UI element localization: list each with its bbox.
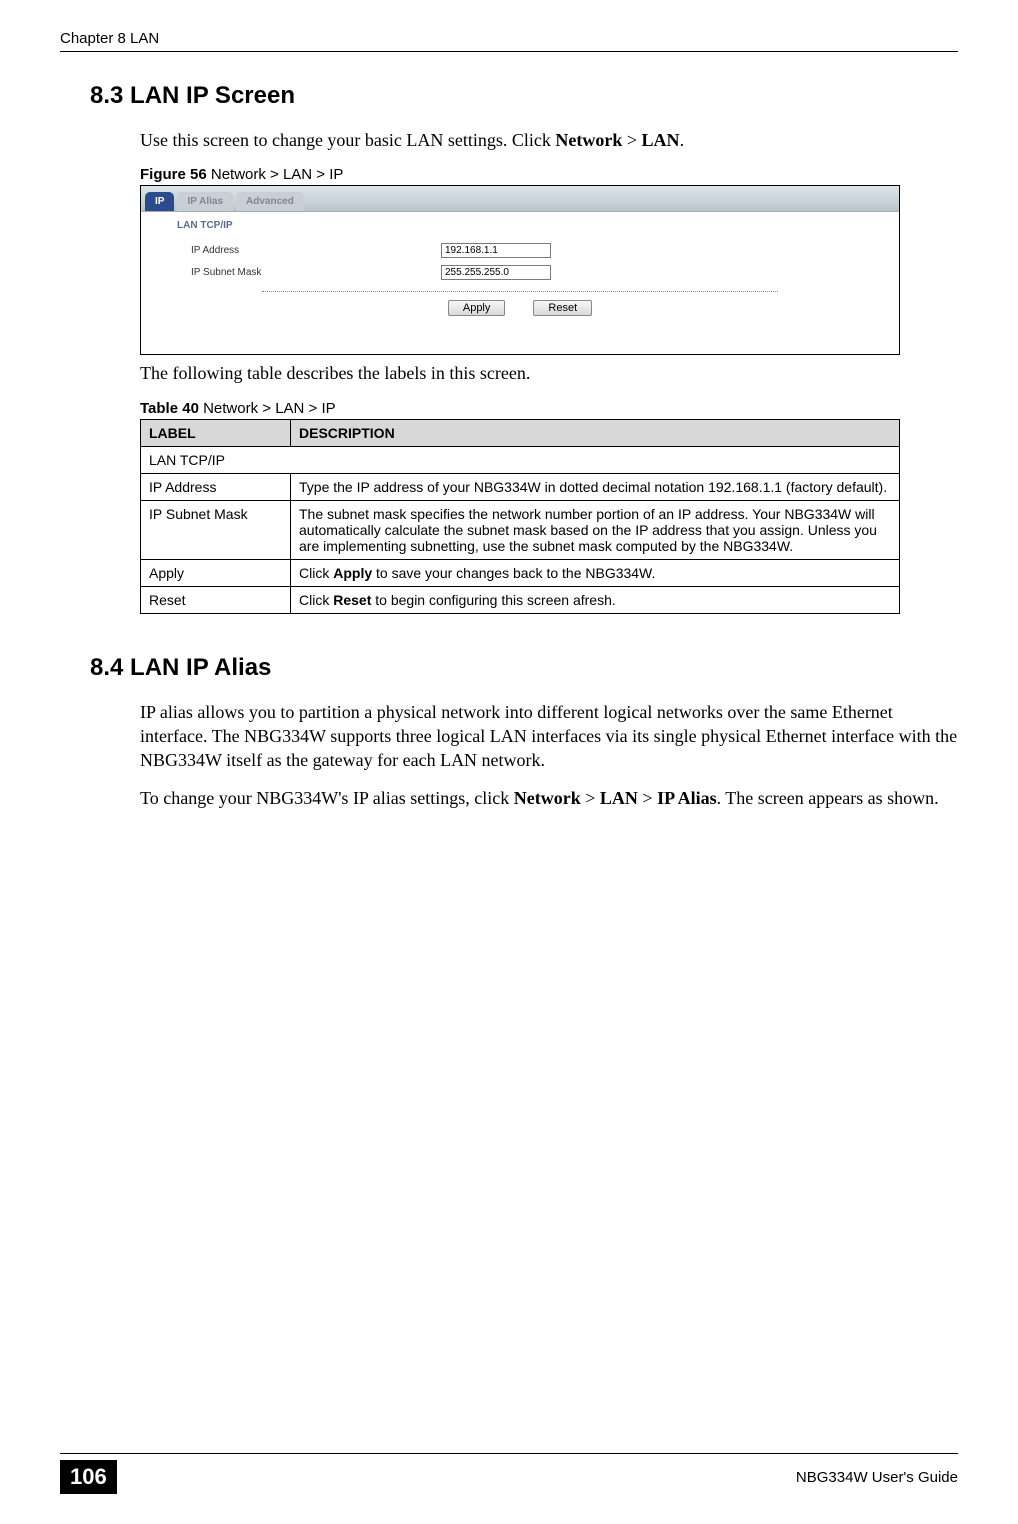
p2-lan: LAN: [600, 788, 638, 808]
button-row: Apply Reset: [151, 300, 889, 316]
section-8-4-p1: IP alias allows you to partition a physi…: [140, 700, 958, 773]
cell-apply-label: Apply: [141, 559, 291, 586]
panel-title: LAN TCP/IP: [151, 212, 889, 239]
subnet-mask-row: IP Subnet Mask: [151, 261, 889, 283]
intro-gt: >: [622, 130, 641, 150]
section-8-4-heading: 8.4 LAN IP Alias: [90, 654, 958, 682]
table-intro: The following table describes the labels…: [140, 361, 958, 385]
chapter-title: Chapter 8 LAN: [60, 30, 159, 47]
table-header-row: LABEL DESCRIPTION: [141, 419, 900, 446]
intro-network-bold: Network: [555, 130, 622, 150]
cell-apply-desc: Click Apply to save your changes back to…: [291, 559, 900, 586]
reset-button[interactable]: Reset: [533, 300, 592, 316]
intro-lan-bold: LAN: [642, 130, 680, 150]
subnet-mask-label: IP Subnet Mask: [191, 267, 441, 278]
table-row: LAN TCP/IP: [141, 446, 900, 473]
section-8-3-intro: Use this screen to change your basic LAN…: [140, 128, 958, 152]
p2-post: . The screen appears as shown.: [717, 788, 939, 808]
reset-desc-post: to begin configuring this screen afresh.: [371, 592, 615, 608]
tab-advanced[interactable]: Advanced: [236, 192, 304, 211]
p2-gt1: >: [581, 788, 600, 808]
section-8-4-p2: To change your NBG334W's IP alias settin…: [140, 786, 958, 810]
p2-network: Network: [514, 788, 581, 808]
figure-number: Figure 56: [140, 166, 207, 183]
table-40: LABEL DESCRIPTION LAN TCP/IP IP Address …: [140, 419, 900, 614]
tab-ip[interactable]: IP: [145, 192, 174, 211]
ip-address-row: IP Address: [151, 239, 889, 261]
intro-text: Use this screen to change your basic LAN…: [140, 130, 555, 150]
tab-ip-alias[interactable]: IP Alias: [177, 192, 233, 211]
subnet-mask-input[interactable]: [441, 265, 551, 280]
apply-button[interactable]: Apply: [448, 300, 506, 316]
p2-pre: To change your NBG334W's IP alias settin…: [140, 788, 514, 808]
reset-desc-bold: Reset: [333, 592, 371, 608]
cell-reset-label: Reset: [141, 586, 291, 613]
cell-lan-tcpip: LAN TCP/IP: [141, 446, 900, 473]
cell-ip-address-label: IP Address: [141, 473, 291, 500]
table-title: Network > LAN > IP: [199, 400, 336, 417]
cell-reset-desc: Click Reset to begin configuring this sc…: [291, 586, 900, 613]
lan-tcpip-panel: LAN TCP/IP IP Address IP Subnet Mask App…: [141, 212, 899, 326]
figure-caption: Figure 56 Network > LAN > IP: [140, 166, 958, 183]
separator-dots: [262, 291, 779, 292]
table-row: IP Subnet Mask The subnet mask specifies…: [141, 500, 900, 559]
cell-subnet-label: IP Subnet Mask: [141, 500, 291, 559]
apply-desc-pre: Click: [299, 565, 333, 581]
reset-desc-pre: Click: [299, 592, 333, 608]
cell-subnet-desc: The subnet mask specifies the network nu…: [291, 500, 900, 559]
cell-ip-address-desc: Type the IP address of your NBG334W in d…: [291, 473, 900, 500]
section-8-3-heading: 8.3 LAN IP Screen: [90, 82, 958, 110]
table-row: Apply Click Apply to save your changes b…: [141, 559, 900, 586]
figure-title: Network > LAN > IP: [207, 166, 344, 183]
intro-period: .: [680, 130, 685, 150]
col-label: LABEL: [141, 419, 291, 446]
guide-title: NBG334W User's Guide: [796, 1469, 958, 1486]
table-row: IP Address Type the IP address of your N…: [141, 473, 900, 500]
p2-gt2: >: [638, 788, 657, 808]
p2-ipalias: IP Alias: [657, 788, 717, 808]
table-number: Table 40: [140, 400, 199, 417]
page-header: Chapter 8 LAN: [60, 30, 958, 52]
apply-desc-bold: Apply: [333, 565, 372, 581]
apply-desc-post: to save your changes back to the NBG334W…: [372, 565, 655, 581]
ip-address-input[interactable]: [441, 243, 551, 258]
page-number: 106: [60, 1460, 117, 1494]
tab-bar: IP IP Alias Advanced: [141, 186, 899, 212]
table-row: Reset Click Reset to begin configuring t…: [141, 586, 900, 613]
figure-56-ui: IP IP Alias Advanced LAN TCP/IP IP Addre…: [140, 185, 900, 355]
page-footer: 106 NBG334W User's Guide: [60, 1453, 958, 1494]
ip-address-label: IP Address: [191, 245, 441, 256]
col-description: DESCRIPTION: [291, 419, 900, 446]
table-caption: Table 40 Network > LAN > IP: [140, 400, 958, 417]
